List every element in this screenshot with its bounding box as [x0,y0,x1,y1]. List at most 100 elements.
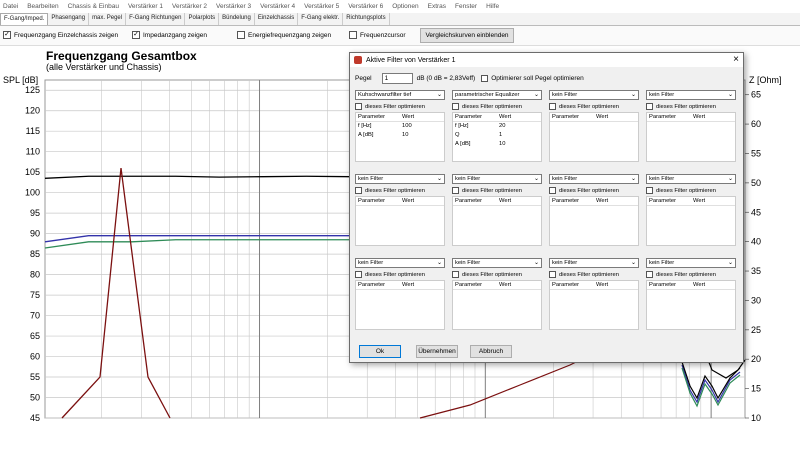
filter-type-select[interactable]: kein Filter ⌄ [452,258,542,268]
filter-type-select[interactable]: kein Filter ⌄ [452,174,542,184]
value-header: Wert [499,114,512,120]
parameter-value[interactable]: 100 [400,122,444,131]
filter-type-value: kein Filter [649,92,675,98]
chevron-down-icon: ⌄ [436,260,442,266]
y-tick-label: 90 [30,229,40,239]
filter-optimize-checkbox[interactable] [646,103,653,110]
filter-optimize-row[interactable]: dieses Filter optimieren [452,271,542,278]
parameter-header: Parameter [552,114,580,120]
filter-optimize-row[interactable]: dieses Filter optimieren [646,271,736,278]
filter-optimize-row[interactable]: dieses Filter optimieren [355,187,445,194]
filter-optimize-row[interactable]: dieses Filter optimieren [549,187,639,194]
filter-optimize-checkbox[interactable] [452,187,459,194]
chevron-down-icon: ⌄ [436,176,442,182]
filter-slot: kein Filter ⌄ dieses Filter optimieren Para… [549,174,639,246]
filter-optimize-checkbox[interactable] [549,187,556,194]
chevron-down-icon: ⌄ [727,260,733,266]
filter-type-select[interactable]: kein Filter ⌄ [355,258,445,268]
filter-optimize-row[interactable]: dieses Filter optimieren [355,271,445,278]
chevron-down-icon: ⌄ [533,260,539,266]
filter-slot: parametrischer Equalizer ⌄ dieses Filter o… [452,90,542,162]
filter-type-select[interactable]: kein Filter ⌄ [646,90,736,100]
filter-type-select[interactable]: kein Filter ⌄ [646,258,736,268]
close-icon[interactable]: × [733,54,739,65]
y-tick-label: 100 [25,188,40,198]
filter-optimize-row[interactable]: dieses Filter optimieren [646,103,736,110]
filter-optimize-checkbox[interactable] [355,103,362,110]
parameter-row[interactable]: f [Hz] 100 [356,122,444,131]
filter-type-value: kein Filter [552,92,578,98]
parameter-header: Parameter [649,282,677,288]
value-header: Wert [402,198,415,204]
filter-optimize-checkbox[interactable] [549,271,556,278]
filter-optimize-label: dieses Filter optimieren [365,187,425,194]
y-axis-label-left: SPL [dB] [3,75,39,85]
optimize-pegel-checkbox[interactable] [481,75,489,82]
parameter-row[interactable]: A [dB] 10 [356,131,444,140]
ok-button[interactable]: Ok [359,345,401,358]
filter-optimize-row[interactable]: dieses Filter optimieren [549,103,639,110]
filter-optimize-row[interactable]: dieses Filter optimieren [452,103,542,110]
parameter-table-header: Parameter Wert [550,197,638,206]
parameter-name: A [dB] [358,132,374,138]
filter-optimize-label: dieses Filter optimieren [656,187,716,194]
parameter-value[interactable]: 10 [497,140,541,149]
filter-optimize-label: dieses Filter optimieren [559,103,619,110]
parameter-name: Q [455,132,460,138]
parameter-value[interactable]: 10 [400,131,444,140]
y-tick-label: 65 [30,331,40,341]
parameter-table-header: Parameter Wert [356,113,444,122]
filter-type-select[interactable]: parametrischer Equalizer ⌄ [452,90,542,100]
parameter-header: Parameter [358,198,386,204]
filter-optimize-label: dieses Filter optimieren [656,103,716,110]
y-tick-label: 45 [30,413,40,423]
pegel-input[interactable]: 1 [381,73,413,84]
parameter-row[interactable]: f [Hz] 20 [453,122,541,131]
parameter-table-header: Parameter Wert [453,113,541,122]
filter-optimize-checkbox[interactable] [355,271,362,278]
filter-optimize-checkbox[interactable] [452,103,459,110]
filter-type-select[interactable]: kein Filter ⌄ [646,174,736,184]
filter-optimize-row[interactable]: dieses Filter optimieren [646,187,736,194]
filter-type-select[interactable]: kein Filter ⌄ [355,174,445,184]
filter-optimize-row[interactable]: dieses Filter optimieren [452,187,542,194]
y-tick-label: 60 [30,352,40,362]
filter-optimize-checkbox[interactable] [646,271,653,278]
parameter-table: Parameter Wert [355,196,445,246]
parameter-table: Parameter Wert [452,196,542,246]
filter-type-select[interactable]: kein Filter ⌄ [549,174,639,184]
value-header: Wert [499,198,512,204]
filter-type-select[interactable]: kein Filter ⌄ [549,90,639,100]
parameter-value[interactable]: 20 [497,122,541,131]
parameter-header: Parameter [455,114,483,120]
filter-optimize-checkbox[interactable] [646,187,653,194]
z-tick-label: 15 [751,384,761,394]
z-tick-label: 40 [751,237,761,247]
y-tick-label: 125 [25,85,40,95]
filter-type-select[interactable]: Kuhschwanzfilter tief ⌄ [355,90,445,100]
filter-optimize-row[interactable]: dieses Filter optimieren [355,103,445,110]
parameter-row[interactable]: A [dB] 10 [453,140,541,149]
filter-slot: kein Filter ⌄ dieses Filter optimieren Para… [355,174,445,246]
parameter-table-header: Parameter Wert [356,281,444,290]
cancel-button[interactable]: Abbruch [470,345,512,358]
parameter-value[interactable]: 1 [497,131,541,140]
parameter-row[interactable]: Q1 [453,131,541,140]
filter-type-select[interactable]: kein Filter ⌄ [549,258,639,268]
chevron-down-icon: ⌄ [630,260,636,266]
filter-optimize-label: dieses Filter optimieren [365,103,425,110]
filter-optimize-checkbox[interactable] [355,187,362,194]
apply-button[interactable]: Übernehmen [416,345,458,358]
parameter-table: Parameter Wert [355,280,445,330]
pegel-label: Pegel [355,75,372,82]
parameter-name: A [dB] [455,141,471,147]
filter-optimize-checkbox[interactable] [549,103,556,110]
filter-optimize-label: dieses Filter optimieren [365,271,425,278]
filter-slot: kein Filter ⌄ dieses Filter optimieren Para… [646,90,736,162]
z-tick-label: 65 [751,90,761,100]
parameter-table: Parameter Wert [452,280,542,330]
value-header: Wert [402,114,415,120]
filter-slot: kein Filter ⌄ dieses Filter optimieren Para… [452,174,542,246]
filter-optimize-checkbox[interactable] [452,271,459,278]
filter-optimize-row[interactable]: dieses Filter optimieren [549,271,639,278]
